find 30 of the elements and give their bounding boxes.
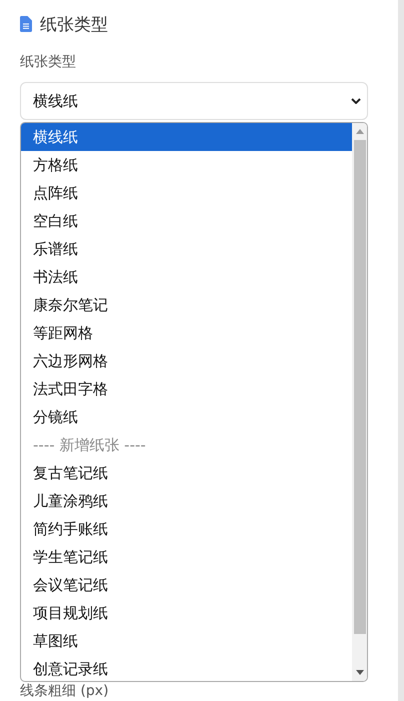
option-separator: ---- 新增纸张 ---- [32, 435, 147, 456]
document-icon [20, 16, 32, 32]
paper-type-select[interactable]: 横线纸 [20, 82, 368, 120]
dropdown-option[interactable]: 乐谱纸 [21, 235, 352, 263]
dropdown-option[interactable]: 儿童涂鸦纸 [21, 487, 352, 515]
dropdown-option[interactable]: 等距网格 [21, 319, 352, 347]
dropdown-option[interactable]: 复古笔记纸 [21, 459, 352, 487]
field-label: 线条粗细 (px) [20, 682, 110, 700]
dropdown-option[interactable]: 康奈尔笔记 [21, 291, 352, 319]
dropdown-option[interactable]: 书法纸 [21, 263, 352, 291]
field-label: 纸张类型 [20, 53, 77, 72]
dropdown-option[interactable]: 点阵纸 [21, 179, 352, 207]
list-scrollbar[interactable] [352, 123, 367, 681]
dropdown-option[interactable]: 法式田字格 [21, 375, 352, 403]
dropdown-option[interactable]: 简约手账纸 [21, 515, 352, 543]
dropdown-option[interactable]: 学生笔记纸 [21, 543, 352, 571]
dropdown-option[interactable]: 项目规划纸 [21, 599, 352, 627]
dropdown-option[interactable]: 分镜纸 [21, 403, 352, 431]
dropdown-option[interactable]: 草图纸 [21, 627, 352, 655]
scroll-down-icon[interactable] [356, 670, 364, 675]
dropdown-option[interactable]: 空白纸 [21, 207, 352, 235]
page-scrollbar[interactable] [398, 0, 404, 701]
chevron-down-icon [351, 98, 361, 104]
scroll-up-icon[interactable] [356, 129, 364, 134]
dropdown-option[interactable]: 创意记录纸 [21, 655, 352, 681]
dropdown-option[interactable]: 会议笔记纸 [21, 571, 352, 599]
section-title: 纸张类型 [40, 14, 108, 36]
dropdown-option[interactable]: 六边形网格 [21, 347, 352, 375]
dropdown-option[interactable]: 方格纸 [21, 151, 352, 179]
dropdown-option[interactable]: 横线纸 [21, 123, 352, 151]
